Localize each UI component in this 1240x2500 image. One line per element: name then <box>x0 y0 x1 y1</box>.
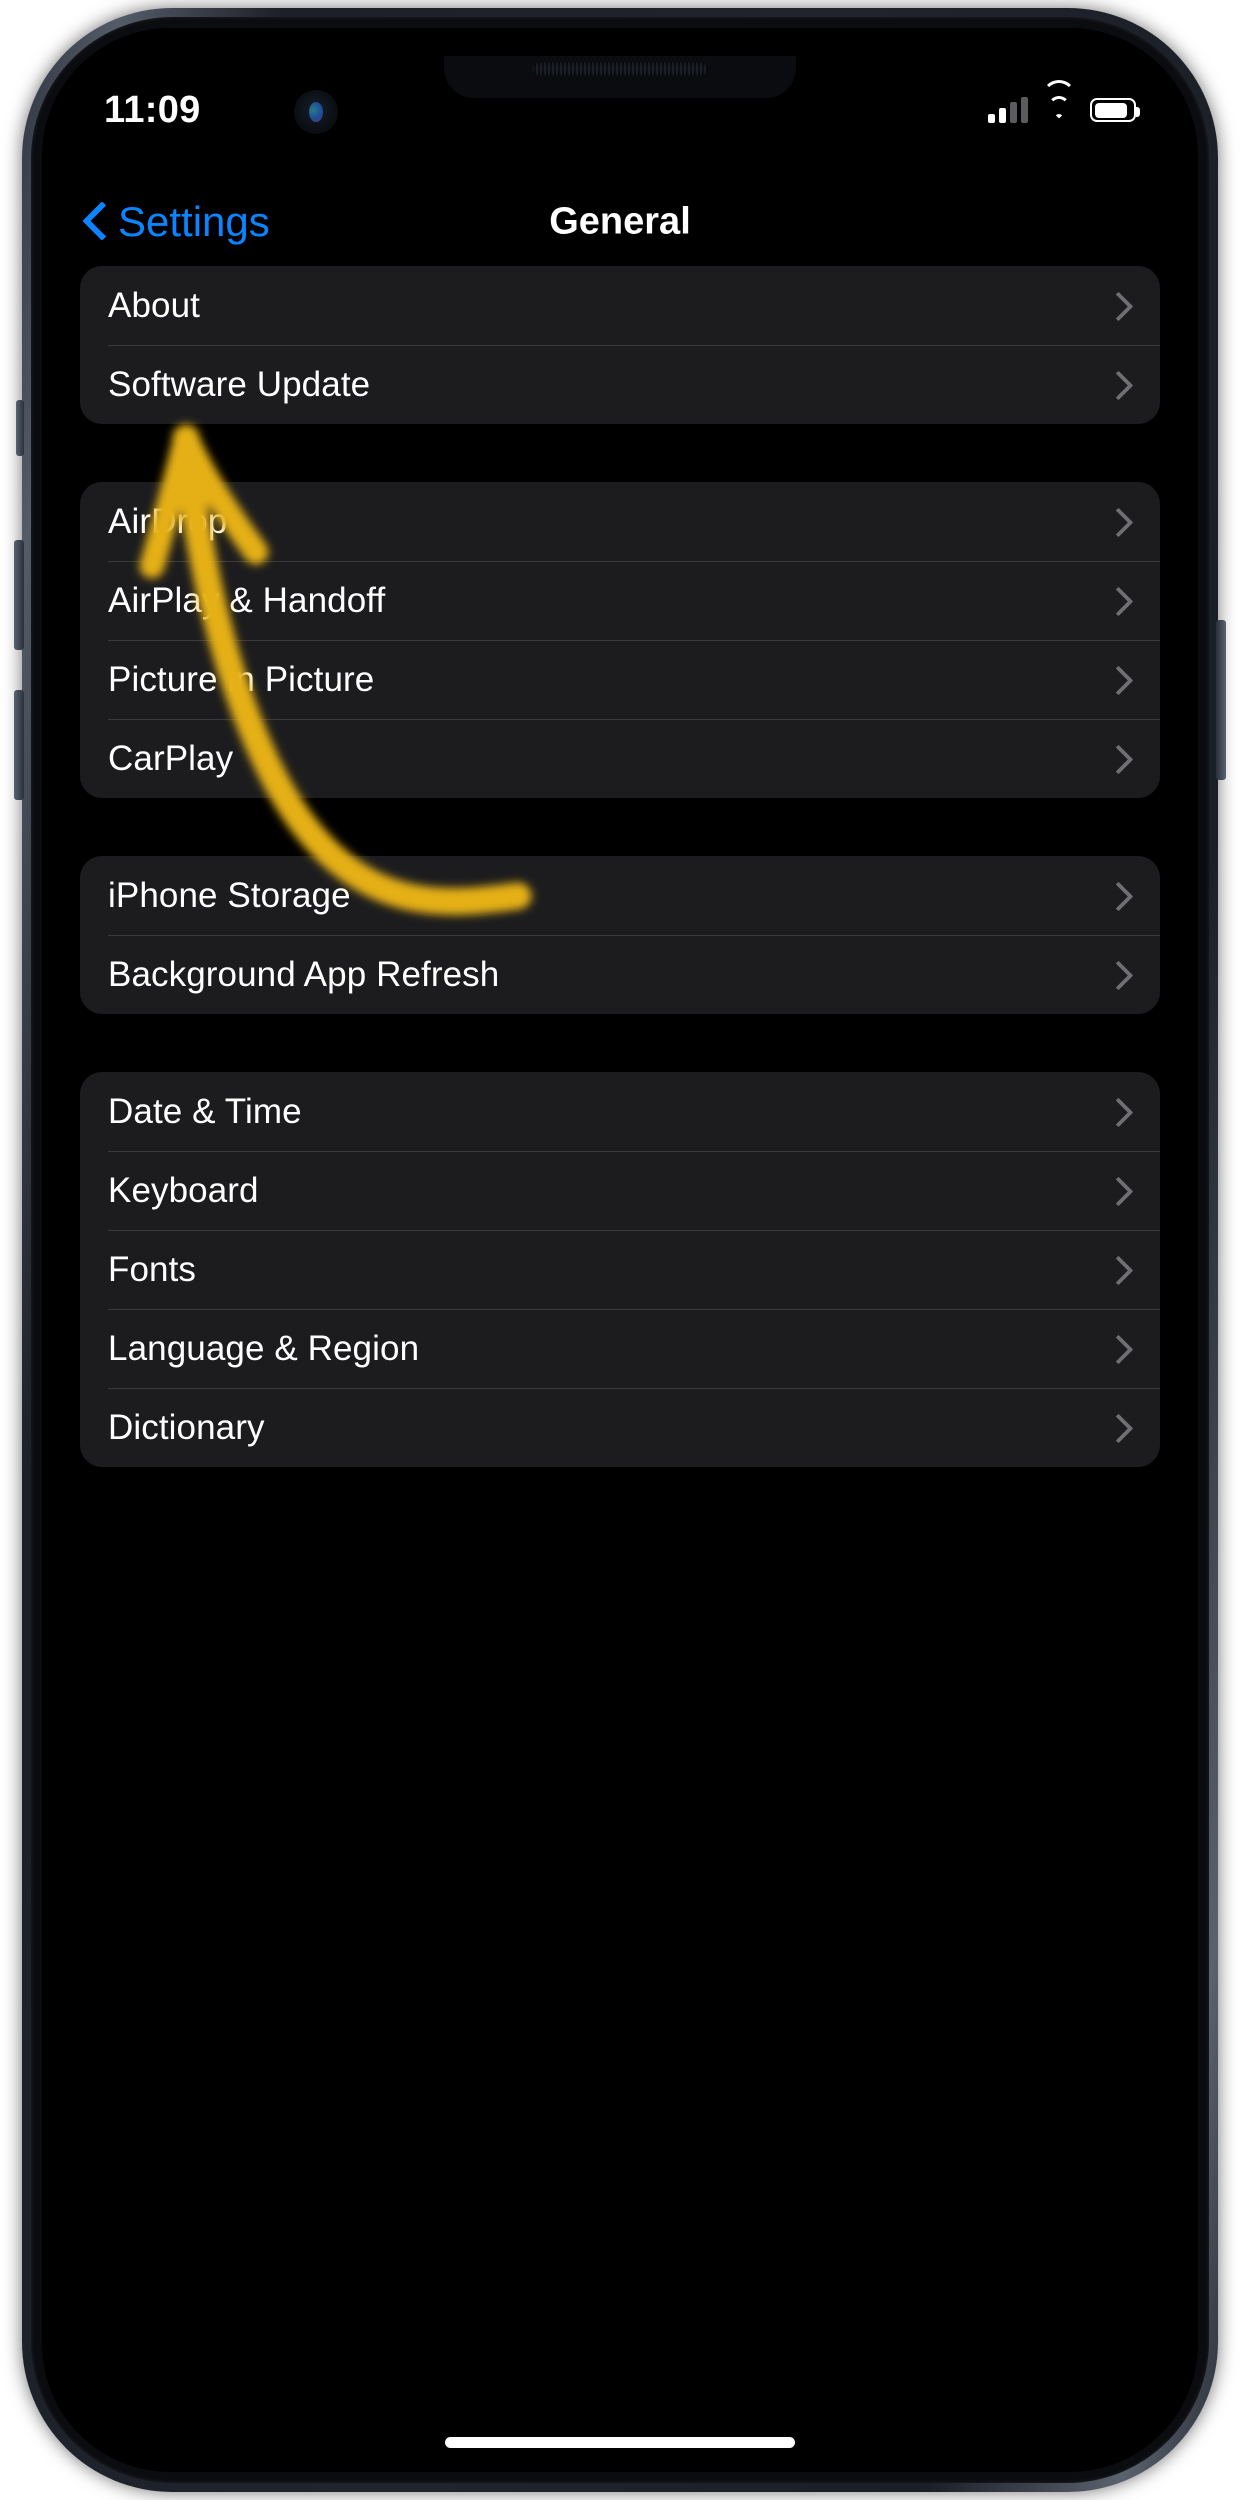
settings-group-3: iPhone Storage Background App Refresh <box>80 856 1160 1014</box>
list-item-iphone-storage[interactable]: iPhone Storage <box>80 856 1160 935</box>
list-item-language-region[interactable]: Language & Region <box>80 1309 1160 1388</box>
status-bar-clock: 11:09 <box>104 88 201 131</box>
earpiece-speaker <box>532 62 708 76</box>
chevron-right-icon <box>1108 1098 1124 1126</box>
list-item-date-time[interactable]: Date & Time <box>80 1072 1160 1151</box>
list-item-label: Date & Time <box>108 1091 302 1131</box>
list-item-label: AirDrop <box>108 501 228 541</box>
chevron-right-icon <box>1108 1177 1124 1205</box>
volume-up-button[interactable] <box>14 540 24 650</box>
list-item-label: AirPlay & Handoff <box>108 580 386 620</box>
home-indicator[interactable] <box>445 2437 795 2448</box>
front-camera-icon <box>294 90 338 134</box>
list-item-about[interactable]: About <box>80 266 1160 345</box>
navigation-bar: Settings General <box>42 178 1198 266</box>
page-title: General <box>549 200 691 243</box>
list-item-software-update[interactable]: Software Update <box>80 345 1160 424</box>
settings-group-2: AirDrop AirPlay & Handoff Picture in Pic… <box>80 482 1160 798</box>
screenshot-stage: 11:09 Settings General About Software Up… <box>0 0 1240 2500</box>
list-item-airdrop[interactable]: AirDrop <box>80 482 1160 561</box>
list-item-fonts[interactable]: Fonts <box>80 1230 1160 1309</box>
power-button[interactable] <box>1216 620 1226 780</box>
phone-screen: 11:09 Settings General About Software Up… <box>42 28 1198 2472</box>
list-item-label: Software Update <box>108 364 371 404</box>
list-item-label: Background App Refresh <box>108 954 500 994</box>
status-bar-indicators <box>988 80 1140 123</box>
chevron-right-icon <box>1108 1335 1124 1363</box>
list-item-background-app-refresh[interactable]: Background App Refresh <box>80 935 1160 1014</box>
chevron-right-icon <box>1108 961 1124 989</box>
list-item-label: Language & Region <box>108 1328 420 1368</box>
wifi-icon <box>1042 80 1076 123</box>
list-item-label: Keyboard <box>108 1170 259 1210</box>
volume-down-button[interactable] <box>14 690 24 800</box>
list-item-label: Picture in Picture <box>108 659 375 699</box>
list-item-picture-in-picture[interactable]: Picture in Picture <box>80 640 1160 719</box>
notch <box>444 56 796 98</box>
cellular-signal-icon <box>988 97 1028 123</box>
chevron-right-icon <box>1108 666 1124 694</box>
chevron-right-icon <box>1108 882 1124 910</box>
list-item-label: Dictionary <box>108 1407 265 1447</box>
chevron-right-icon <box>1108 1256 1124 1284</box>
mute-switch[interactable] <box>16 400 24 456</box>
list-item-label: Fonts <box>108 1249 197 1289</box>
chevron-right-icon <box>1108 292 1124 320</box>
chevron-right-icon <box>1108 508 1124 536</box>
list-item-carplay[interactable]: CarPlay <box>80 719 1160 798</box>
list-item-label: About <box>108 285 200 325</box>
list-item-label: CarPlay <box>108 738 234 778</box>
settings-group-4: Date & Time Keyboard Fonts Language & Re… <box>80 1072 1160 1467</box>
chevron-right-icon <box>1108 587 1124 615</box>
list-item-dictionary[interactable]: Dictionary <box>80 1388 1160 1467</box>
settings-group-1: About Software Update <box>80 266 1160 424</box>
list-item-airplay-handoff[interactable]: AirPlay & Handoff <box>80 561 1160 640</box>
settings-list: About Software Update AirDrop AirPlay & … <box>42 266 1198 2472</box>
chevron-right-icon <box>1108 371 1124 399</box>
chevron-right-icon <box>1108 1414 1124 1442</box>
battery-icon <box>1090 98 1140 122</box>
chevron-right-icon <box>1108 745 1124 773</box>
list-item-label: iPhone Storage <box>108 875 351 915</box>
list-item-keyboard[interactable]: Keyboard <box>80 1151 1160 1230</box>
